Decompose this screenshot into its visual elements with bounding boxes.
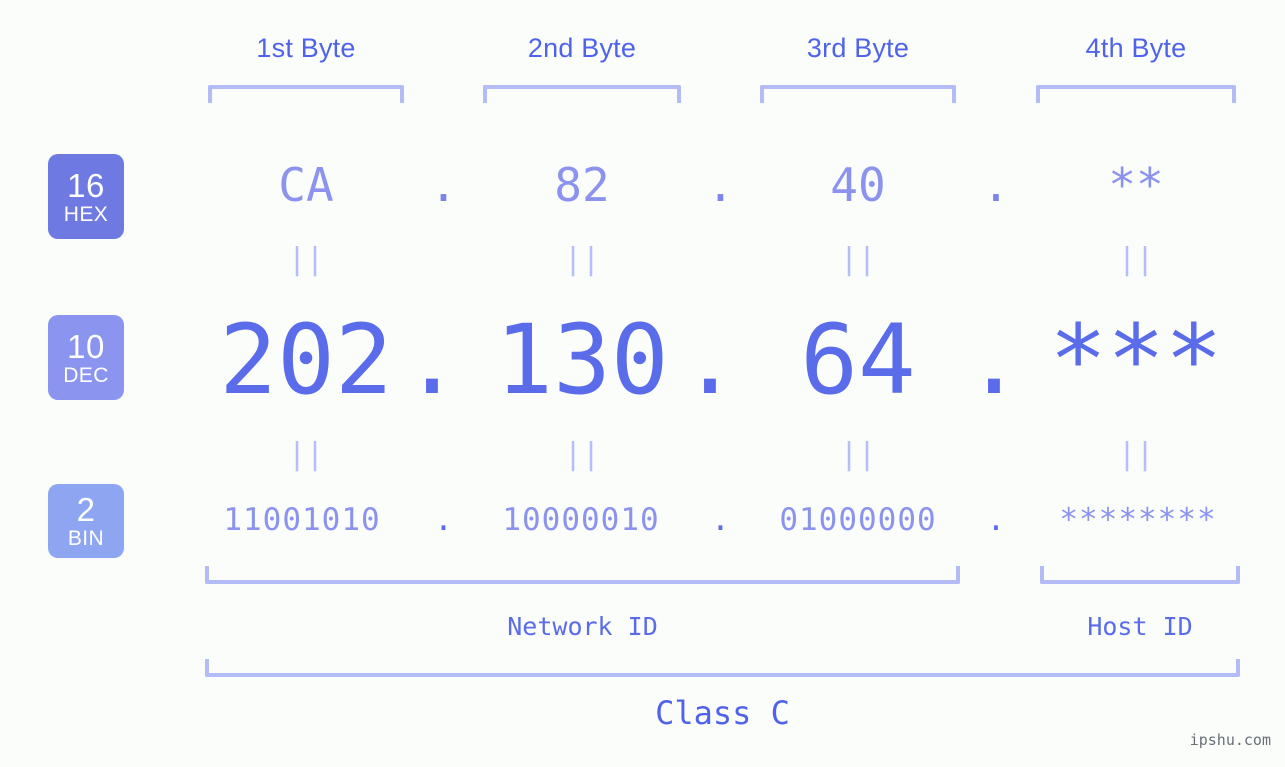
dec-separator-2: . [681, 304, 739, 416]
radix-badge-bin-name: BIN [67, 527, 105, 550]
byte-bracket-4 [1036, 85, 1236, 103]
hex-octet-4: ** [1108, 158, 1164, 212]
bin-octet-1: 11001010 [223, 502, 381, 538]
hex-separator-3: . [982, 158, 1010, 212]
host-id-bracket [1040, 566, 1240, 584]
bin-octet-4: ******** [1059, 502, 1217, 538]
bin-octet-3: 01000000 [779, 502, 937, 538]
byte-header-2: 2nd Byte [527, 33, 637, 63]
bin-separator-3: . [986, 502, 1006, 538]
dec-separator-3: . [965, 304, 1023, 416]
bin-separator-2: . [711, 502, 730, 538]
radix-badge-dec: 10 DEC [48, 315, 124, 400]
hex-separator-1: . [429, 158, 458, 212]
radix-badge-hex-name: HEX [63, 202, 109, 226]
hex-octet-1: CA [278, 158, 334, 212]
hex-octet-3: 40 [830, 158, 886, 212]
radix-badge-hex-number: 16 [67, 166, 105, 204]
dec-octet-3: 64 [800, 304, 916, 416]
ip-breakdown-diagram: 1st Byte 2nd Byte 3rd Byte 4th Byte 16 H… [0, 0, 1285, 767]
class-label: Class C [655, 694, 790, 732]
host-id-label: Host ID [1087, 612, 1193, 641]
byte-bracket-3 [760, 85, 956, 103]
network-id-label: Network ID [507, 612, 658, 641]
dec-octet-1: 202 [219, 304, 393, 416]
radix-badge-bin-number: 2 [76, 491, 96, 528]
radix-badge-hex: 16 HEX [48, 154, 124, 239]
radix-badge-dec-number: 10 [67, 327, 105, 365]
bin-octet-2: 10000010 [502, 502, 660, 538]
byte-bracket-2 [483, 85, 681, 103]
byte-header-1: 1st Byte [256, 33, 356, 63]
radix-badge-dec-name: DEC [63, 363, 109, 387]
dec-octet-2: 130 [495, 304, 669, 416]
equals-marker-dec-bin-3: || [839, 437, 877, 472]
byte-bracket-1 [208, 85, 404, 103]
equals-marker-dec-bin-2: || [563, 437, 601, 472]
dec-separator-1: . [403, 304, 461, 416]
byte-header-4: 4th Byte [1085, 33, 1187, 63]
equals-marker-hex-dec-4: || [1117, 242, 1155, 277]
equals-marker-dec-bin-4: || [1117, 437, 1155, 472]
hex-octet-2: 82 [554, 158, 610, 212]
byte-header-3: 3rd Byte [806, 33, 910, 63]
hex-separator-2: . [706, 158, 735, 212]
class-bracket [205, 659, 1240, 677]
equals-marker-dec-bin-1: || [287, 437, 325, 472]
network-id-bracket [205, 566, 960, 584]
equals-marker-hex-dec-2: || [563, 242, 601, 277]
equals-marker-hex-dec-1: || [287, 242, 325, 277]
radix-badge-bin: 2 BIN [48, 484, 124, 558]
watermark: ipshu.com [1189, 731, 1271, 749]
dec-octet-4: *** [1049, 304, 1223, 416]
bin-separator-1: . [434, 502, 453, 538]
equals-marker-hex-dec-3: || [839, 242, 877, 277]
